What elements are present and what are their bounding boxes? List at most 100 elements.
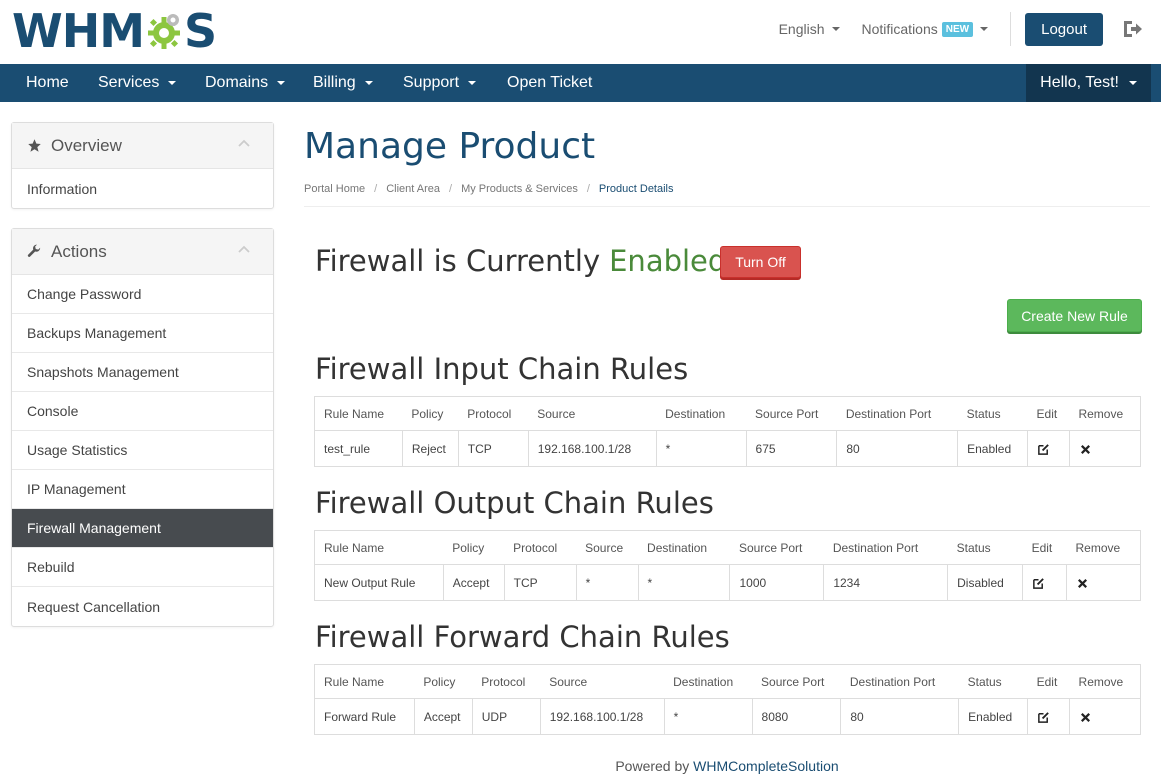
breadcrumb-separator: /: [374, 183, 378, 195]
whmcs-logo[interactable]: WHM S: [12, 4, 217, 58]
col-source: Source: [528, 396, 657, 431]
cell-status: Enabled: [958, 698, 1029, 735]
sidebar-item-firewall-management[interactable]: Firewall Management: [12, 509, 273, 548]
cell-destination: *: [663, 698, 753, 735]
sidebar-item-snapshots-management[interactable]: Snapshots Management: [12, 353, 273, 392]
cell-policy: Reject: [401, 430, 459, 467]
breadcrumb: Portal Home / Client Area / My Products …: [304, 183, 674, 195]
top-header: WHM S English Notifications NEW Logout: [0, 0, 1161, 64]
nav-billing[interactable]: Billing: [313, 64, 373, 102]
table-header-row: Rule Name Policy Protocol Source Destina…: [314, 396, 1142, 431]
sidebar-item-backups-management[interactable]: Backups Management: [12, 314, 273, 353]
cell-remove: [1069, 698, 1141, 735]
cell-remove: [1066, 564, 1141, 601]
chevron-down-icon: [980, 27, 989, 31]
col-destination-port: Destination Port: [840, 664, 959, 699]
overview-panel: Overview Information: [11, 122, 274, 209]
cell-policy: Accept: [442, 564, 505, 601]
cell-remove: [1068, 430, 1142, 467]
user-menu[interactable]: Hello, Test!: [1026, 64, 1151, 102]
cell-source: 192.168.100.1/28: [527, 430, 657, 467]
col-source: Source: [576, 530, 639, 565]
col-protocol: Protocol: [472, 664, 541, 699]
cell-status: Disabled: [947, 564, 1024, 601]
edit-icon[interactable]: [1032, 577, 1045, 590]
nav-services[interactable]: Services: [98, 64, 177, 102]
col-destination: Destination: [638, 530, 730, 565]
remove-icon[interactable]: [1079, 443, 1092, 456]
user-greeting: Hello, Test!: [1040, 74, 1119, 91]
cell-source-port: 1000: [729, 564, 825, 601]
col-remove: Remove: [1066, 530, 1141, 565]
breadcrumb-my-products[interactable]: My Products & Services: [461, 183, 578, 195]
breadcrumb-client-area[interactable]: Client Area: [386, 183, 440, 195]
cell-destination: *: [637, 564, 731, 601]
chevron-up-icon[interactable]: [238, 245, 250, 253]
nav-home[interactable]: Home: [26, 64, 69, 102]
col-destination-port: Destination Port: [836, 396, 958, 431]
nav-services-label: Services: [98, 74, 160, 91]
col-rule-name: Rule Name: [314, 664, 415, 699]
nav-home-label: Home: [26, 74, 69, 91]
cell-destination: *: [655, 430, 747, 467]
logo-text-left: WHM: [12, 4, 145, 58]
breadcrumb-portal-home[interactable]: Portal Home: [304, 183, 365, 195]
edit-icon[interactable]: [1037, 711, 1050, 724]
firewall-status-value: Enabled: [609, 244, 727, 278]
nav-open-ticket-label: Open Ticket: [507, 74, 593, 91]
col-policy: Policy: [443, 530, 505, 565]
cell-rule-name: test_rule: [314, 430, 403, 467]
sidebar-item-ip-management[interactable]: IP Management: [12, 470, 273, 509]
cell-rule-name: Forward Rule: [314, 698, 415, 735]
remove-icon[interactable]: [1076, 577, 1089, 590]
wrench-icon: [27, 244, 41, 257]
output-chain-title: Firewall Output Chain Rules: [315, 486, 714, 520]
new-badge: NEW: [941, 21, 974, 37]
sign-out-icon[interactable]: [1121, 18, 1143, 40]
footer-link[interactable]: WHMCompleteSolution: [693, 758, 839, 774]
sidebar-item-console[interactable]: Console: [12, 392, 273, 431]
actions-title: Actions: [51, 241, 107, 261]
nav-open-ticket[interactable]: Open Ticket: [507, 64, 592, 102]
cell-rule-name: New Output Rule: [314, 564, 444, 601]
actions-panel-header[interactable]: Actions: [12, 229, 273, 275]
create-new-rule-button[interactable]: Create New Rule: [1007, 299, 1142, 332]
chevron-down-icon: [168, 81, 177, 85]
footer: Powered by WHMCompleteSolution: [0, 758, 1161, 774]
logout-button[interactable]: Logout: [1025, 12, 1103, 46]
chevron-up-icon[interactable]: [238, 139, 250, 147]
col-policy: Policy: [402, 396, 459, 431]
nav-domains[interactable]: Domains: [205, 64, 286, 102]
star-icon: [28, 139, 41, 152]
chevron-down-icon: [1129, 81, 1137, 85]
col-status: Status: [957, 396, 1028, 431]
breadcrumb-separator: /: [449, 183, 453, 195]
sidebar-item-rebuild[interactable]: Rebuild: [12, 548, 273, 587]
remove-icon[interactable]: [1079, 711, 1092, 724]
col-destination: Destination: [656, 396, 747, 431]
sidebar-item-information[interactable]: Information: [12, 169, 273, 208]
cell-edit: [1027, 698, 1071, 735]
col-source: Source: [540, 664, 665, 699]
sidebar-item-request-cancellation[interactable]: Request Cancellation: [12, 587, 273, 626]
cell-source: *: [575, 564, 639, 601]
table-row: Forward Rule Accept UDP 192.168.100.1/28…: [314, 698, 1141, 735]
sidebar-item-change-password[interactable]: Change Password: [12, 275, 273, 314]
col-protocol: Protocol: [458, 396, 529, 431]
sidebar-item-usage-statistics[interactable]: Usage Statistics: [12, 431, 273, 470]
cell-source-port: 675: [745, 430, 838, 467]
edit-icon[interactable]: [1037, 443, 1050, 456]
cell-edit: [1027, 430, 1070, 467]
col-status: Status: [947, 530, 1023, 565]
turn-off-button[interactable]: Turn Off: [720, 246, 801, 278]
chevron-down-icon: [831, 27, 840, 31]
notifications-dropdown[interactable]: Notifications NEW: [862, 21, 989, 37]
breadcrumb-product-details[interactable]: Product Details: [599, 183, 674, 195]
col-remove: Remove: [1069, 664, 1141, 699]
nav-support[interactable]: Support: [403, 64, 477, 102]
overview-panel-header[interactable]: Overview: [12, 123, 273, 169]
footer-prefix: Powered by: [615, 758, 690, 774]
col-rule-name: Rule Name: [314, 530, 444, 565]
language-dropdown[interactable]: English: [779, 21, 840, 37]
page-title: Manage Product: [304, 126, 596, 167]
